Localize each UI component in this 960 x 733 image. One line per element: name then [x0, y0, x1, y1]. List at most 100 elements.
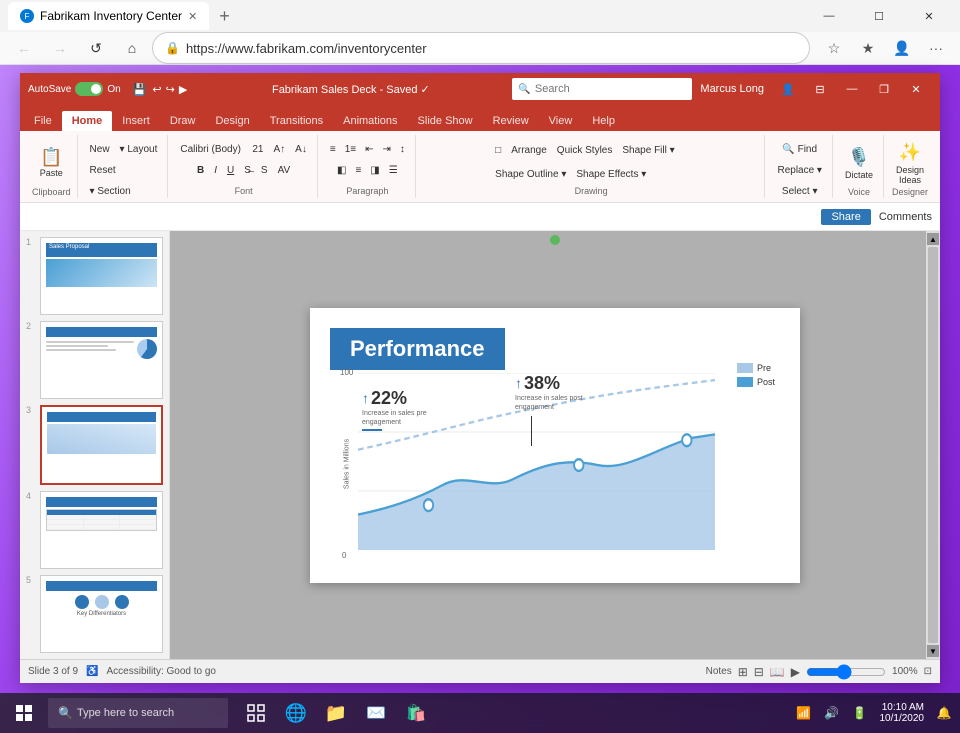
comments-button[interactable]: Comments	[879, 211, 932, 223]
back-button[interactable]: ←	[8, 32, 40, 64]
autosave-toggle[interactable]	[75, 82, 103, 96]
taskbar-clock[interactable]: 10:10 AM 10/1/2020	[880, 702, 929, 724]
underline-button[interactable]: U	[223, 160, 238, 180]
tab-design[interactable]: Design	[205, 111, 259, 131]
find-button[interactable]: 🔍 Find	[778, 139, 821, 159]
browser-tab[interactable]: F Fabrikam Inventory Center ✕	[8, 2, 209, 30]
new-tab-button[interactable]: +	[213, 4, 236, 29]
new-slide-button[interactable]: New	[86, 139, 114, 159]
align-right-button[interactable]: ◨	[366, 160, 383, 180]
align-center-button[interactable]: ≡	[351, 160, 365, 180]
tab-animations[interactable]: Animations	[333, 111, 407, 131]
scroll-up-button[interactable]: ▲	[927, 233, 939, 245]
tab-view[interactable]: View	[539, 111, 583, 131]
slide-thumb-3[interactable]	[40, 405, 163, 485]
tab-review[interactable]: Review	[483, 111, 539, 131]
vertical-scrollbar[interactable]: ▲ ▼	[926, 231, 940, 659]
shape-fill-button[interactable]: Shape Fill ▾	[618, 140, 678, 160]
tab-help[interactable]: Help	[582, 111, 625, 131]
section-button[interactable]: ▾ Section	[86, 181, 135, 201]
undo-icon[interactable]: ↩	[152, 83, 161, 96]
slide-thumb-5[interactable]: Key Differentiators	[40, 575, 163, 653]
favorites-icon[interactable]: ☆	[818, 32, 850, 64]
network-icon[interactable]: 📶	[792, 701, 816, 725]
justify-button[interactable]: ☰	[385, 160, 402, 180]
fit-slide-button[interactable]: ⊡	[924, 666, 932, 677]
ppt-search-input[interactable]	[535, 83, 687, 95]
notes-button[interactable]: Notes	[706, 666, 732, 677]
battery-icon[interactable]: 🔋	[848, 701, 872, 725]
select-button[interactable]: Select ▾	[778, 181, 822, 201]
font-size-button[interactable]: 21	[248, 139, 267, 159]
tab-close-button[interactable]: ✕	[188, 10, 197, 23]
reset-button[interactable]: Reset	[86, 160, 120, 180]
mail-icon[interactable]: ✉️	[356, 693, 396, 733]
volume-icon[interactable]: 🔊	[820, 701, 844, 725]
scroll-down-button[interactable]: ▼	[927, 645, 939, 657]
refresh-button[interactable]: ↺	[80, 32, 112, 64]
minimize-button[interactable]: —	[806, 0, 852, 32]
collections-icon[interactable]: ★	[852, 32, 884, 64]
layout-button[interactable]: ▾ Layout	[116, 139, 162, 159]
reading-view-button[interactable]: 📖	[770, 665, 785, 679]
home-button[interactable]: ⌂	[116, 32, 148, 64]
strikethrough-button[interactable]: S̶	[240, 160, 255, 180]
start-button[interactable]	[4, 693, 44, 733]
ppt-maximize-button[interactable]: ❐	[868, 73, 900, 105]
close-button[interactable]: ✕	[906, 0, 952, 32]
slide-thumb-4[interactable]	[40, 491, 163, 569]
zoom-slider[interactable]	[806, 664, 886, 680]
bullets-button[interactable]: ≡	[326, 139, 340, 159]
paste-button[interactable]: 📋 Paste	[33, 139, 69, 187]
ppt-minimize-button[interactable]: —	[836, 73, 868, 105]
indent-increase-button[interactable]: ⇥	[378, 139, 394, 159]
taskbar-search[interactable]: 🔍 Type here to search	[48, 698, 228, 728]
forward-button[interactable]: →	[44, 32, 76, 64]
replace-button[interactable]: Replace ▾	[773, 160, 826, 180]
shape-outline-button[interactable]: Shape Outline ▾	[491, 165, 570, 185]
task-view-button[interactable]	[236, 693, 276, 733]
indent-decrease-button[interactable]: ⇤	[361, 139, 377, 159]
notifications-icon[interactable]: 🔔	[932, 701, 956, 725]
tab-draw[interactable]: Draw	[160, 111, 206, 131]
ppt-ribbon-toggle[interactable]: ⊟	[804, 73, 836, 105]
slide-sorter-button[interactable]: ⊟	[754, 665, 764, 679]
file-explorer-icon[interactable]: 📁	[316, 693, 356, 733]
italic-button[interactable]: I	[210, 160, 221, 180]
quick-styles-button[interactable]: Quick Styles	[553, 140, 617, 160]
ppt-user-avatar[interactable]: 👤	[772, 73, 804, 105]
tab-slideshow[interactable]: Slide Show	[408, 111, 483, 131]
tab-file[interactable]: File	[24, 111, 62, 131]
bold-button[interactable]: B	[193, 160, 208, 180]
edge-browser-icon[interactable]: 🌐	[276, 693, 316, 733]
maximize-button[interactable]: ☐	[856, 0, 902, 32]
arrange-button[interactable]: Arrange	[507, 140, 551, 160]
slide-thumb-1[interactable]: Sales Proposal	[40, 237, 163, 315]
decrease-font-button[interactable]: A↓	[291, 139, 311, 159]
slideshow-button[interactable]: ▶	[791, 665, 800, 679]
shadow-button[interactable]: S	[257, 160, 272, 180]
address-bar[interactable]: 🔒 https://www.fabrikam.com/inventorycent…	[152, 32, 810, 64]
store-icon[interactable]: 🛍️	[396, 693, 436, 733]
tab-insert[interactable]: Insert	[112, 111, 160, 131]
shape-button[interactable]: □	[491, 140, 505, 160]
increase-font-button[interactable]: A↑	[270, 139, 290, 159]
redo-icon[interactable]: ↪	[166, 83, 175, 96]
align-left-button[interactable]: ◧	[333, 160, 350, 180]
present-icon[interactable]: ▶	[179, 83, 187, 96]
design-ideas-button[interactable]: ✨ Design Ideas	[892, 139, 928, 187]
numbering-button[interactable]: 1≡	[341, 139, 360, 159]
ppt-slide[interactable]: Performance Pre Post	[310, 308, 800, 583]
ppt-search-box[interactable]: 🔍	[512, 78, 692, 100]
spacing-button[interactable]: AV	[274, 160, 295, 180]
settings-icon[interactable]: ···	[920, 32, 952, 64]
ppt-canvas-area[interactable]: Performance Pre Post	[170, 231, 940, 659]
tab-home[interactable]: Home	[62, 111, 113, 131]
share-button[interactable]: Share	[821, 209, 870, 225]
account-icon[interactable]: 👤	[886, 32, 918, 64]
font-family-button[interactable]: Calibri (Body)	[176, 139, 246, 159]
ppt-close-button[interactable]: ✕	[900, 73, 932, 105]
shape-effects-button[interactable]: Shape Effects ▾	[572, 165, 650, 185]
line-spacing-button[interactable]: ↕	[396, 139, 409, 159]
tab-transitions[interactable]: Transitions	[260, 111, 333, 131]
